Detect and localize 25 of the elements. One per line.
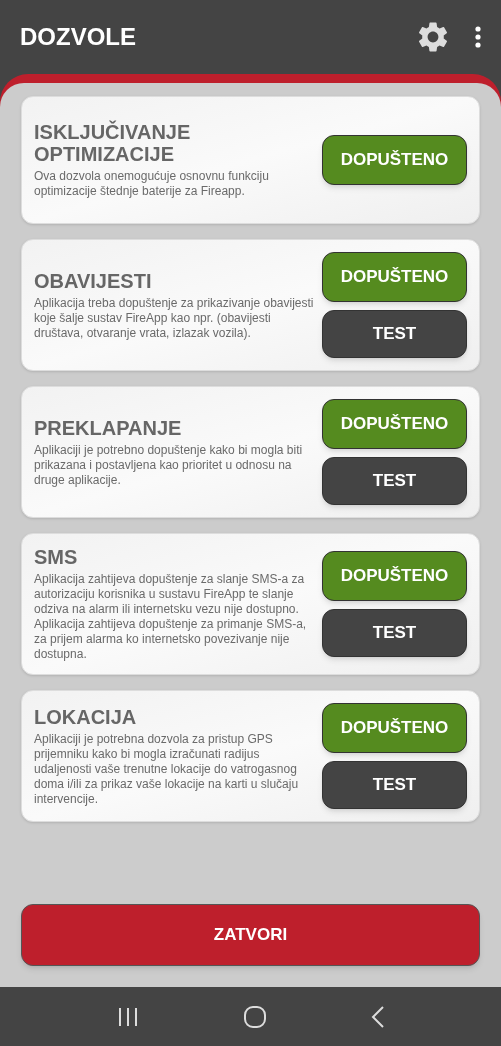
permission-description: Aplikacija zahtijeva dopuštenje za slanje SMS-a za autorizaciju korisnika u sustavu FireApp te slanje odziva na alarm ili internetsku vezu nije dostupno. Aplikacija zahtijeva dopuštenje za primanje SMS-a, za prijem alarma ko internetsko povezivanje nije dostupna. (34, 572, 308, 662)
allowed-button[interactable]: DOPUŠTENO (322, 703, 467, 753)
test-button[interactable]: TEST (322, 609, 467, 657)
test-button[interactable]: TEST (322, 310, 467, 358)
app-bar-title: DOZVOLE (20, 22, 137, 52)
permission-description: Aplikaciji je potrebno dopuštenje kako bi mogla biti prikazana i postavljena kao prioritet u odnosu na druge aplikacije. (34, 442, 304, 488)
back-icon[interactable] (370, 1005, 385, 1028)
allowed-button[interactable]: DOPUŠTENO (322, 551, 467, 601)
allowed-button[interactable]: DOPUŠTENO (322, 135, 467, 185)
permission-description: Aplikaciji je potrebna dozvola za pristup GPS prijemniku kako bi mogla izračunati radijus udaljenosti vaše trenutne lokacije do vatrogasnog doma i/ili za prikaz vaše lokacije na karti u slučaju intervencije. (34, 731, 300, 807)
permission-description: Ova dozvola onemogućuje osnovnu funkciju optimizacije štednje baterije za Fireapp. (34, 169, 270, 199)
permission-title: PREKLAPANJE (34, 416, 183, 439)
close-button[interactable]: ZATVORI (21, 904, 480, 966)
permission-title: ISKLJUČIVANJE OPTIMIZACIJE (34, 121, 192, 165)
test-button[interactable]: TEST (322, 761, 467, 809)
test-button[interactable]: TEST (322, 457, 467, 505)
permission-title: OBAVIJESTI (34, 269, 153, 292)
permission-title: SMS (34, 546, 79, 568)
permission-title: LOKACIJA (34, 705, 138, 728)
recent-apps-icon[interactable] (116, 1006, 139, 1027)
allowed-button[interactable]: DOPUŠTENO (322, 252, 467, 302)
more-options-icon[interactable] (475, 26, 481, 48)
home-icon[interactable] (243, 1005, 266, 1028)
allowed-button[interactable]: DOPUŠTENO (322, 399, 467, 449)
permission-description: Aplikacija treba dopuštenje za prikazivanje obavijesti koje šalje sustav FireApp kao npr. (obavijesti društava, otvaranje vrata, izlazak vozila). (34, 295, 314, 341)
